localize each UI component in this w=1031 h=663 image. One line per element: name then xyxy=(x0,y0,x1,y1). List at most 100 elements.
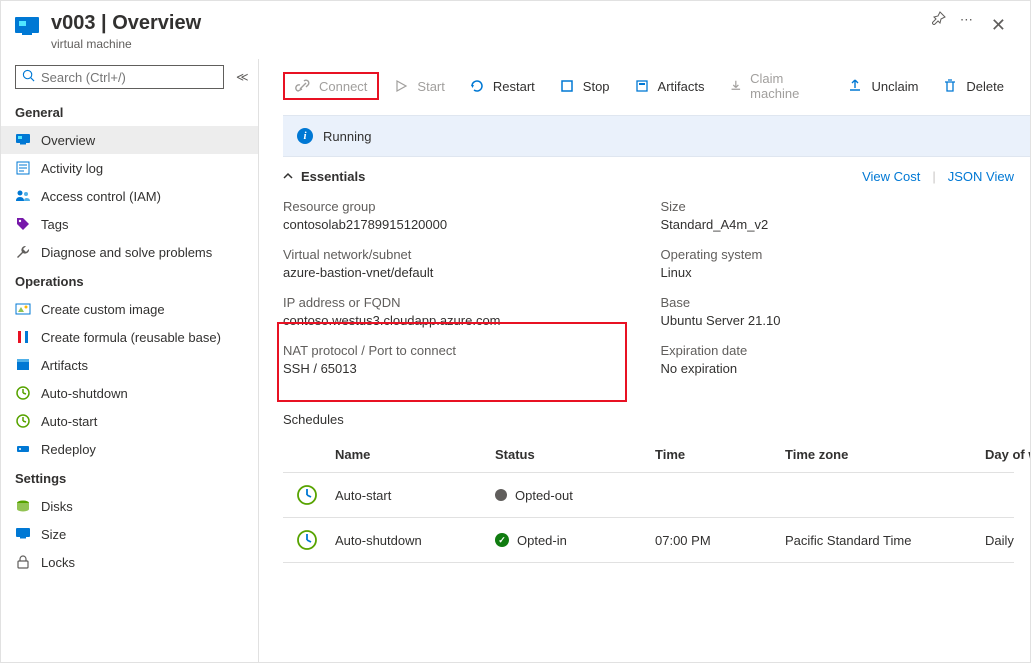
prop-size: Size Standard_A4m_v2 xyxy=(661,198,1015,234)
sidebar-label: Artifacts xyxy=(41,358,88,373)
json-view-link[interactable]: JSON View xyxy=(948,169,1014,184)
prop-vnet: Virtual network/subnet azure-bastion-vne… xyxy=(283,246,637,282)
image-icon xyxy=(15,301,31,317)
vm-icon xyxy=(13,13,41,41)
restart-icon xyxy=(469,78,485,94)
vnet-link[interactable]: azure-bastion-vnet/default xyxy=(283,264,637,282)
sidebar-label: Auto-start xyxy=(41,414,97,429)
sidebar: ≪ General Overview Activity log Access c… xyxy=(1,59,259,662)
monitor-icon xyxy=(15,132,31,148)
prop-expiration: Expiration date No expiration xyxy=(661,342,1015,378)
status-bar: i Running xyxy=(283,115,1030,157)
sidebar-label: Diagnose and solve problems xyxy=(41,245,212,260)
table-row[interactable]: Auto-start Opted-out xyxy=(283,473,1014,518)
essentials-grid: Resource group contosolab21789915120000 … xyxy=(259,190,1030,382)
connect-icon xyxy=(295,78,311,94)
pin-icon[interactable] xyxy=(932,11,946,28)
essentials-toggle[interactable]: Essentials xyxy=(283,169,365,184)
size-icon xyxy=(15,526,31,542)
sidebar-label: Locks xyxy=(41,555,75,570)
search-icon xyxy=(22,69,35,85)
stop-icon xyxy=(559,78,575,94)
clock-icon xyxy=(15,385,31,401)
claim-button: Claim machine xyxy=(719,67,834,105)
artifacts-button[interactable]: Artifacts xyxy=(624,74,715,98)
sidebar-item-access-control[interactable]: Access control (IAM) xyxy=(1,182,258,210)
table-header: Name Status Time Time zone Day of week xyxy=(283,437,1014,473)
people-icon xyxy=(15,188,31,204)
sidebar-item-overview[interactable]: Overview xyxy=(1,126,258,154)
formula-icon xyxy=(15,329,31,345)
sidebar-label: Disks xyxy=(41,499,73,514)
sidebar-label: Auto-shutdown xyxy=(41,386,128,401)
sidebar-label: Overview xyxy=(41,133,95,148)
prop-os: Operating system Linux xyxy=(661,246,1015,282)
search-box[interactable] xyxy=(15,65,224,89)
page-subtitle: virtual machine xyxy=(51,37,922,51)
more-icon[interactable]: ⋯ xyxy=(960,12,973,28)
sidebar-item-locks[interactable]: Locks xyxy=(1,548,258,576)
close-button[interactable]: ✕ xyxy=(983,11,1014,40)
sidebar-label: Redeploy xyxy=(41,442,96,457)
status-check-icon: ✓ xyxy=(495,533,509,547)
sidebar-item-create-formula[interactable]: Create formula (reusable base) xyxy=(1,323,258,351)
restart-button[interactable]: Restart xyxy=(459,74,545,98)
prop-base: Base Ubuntu Server 21.10 xyxy=(661,294,1015,330)
sidebar-item-diagnose[interactable]: Diagnose and solve problems xyxy=(1,238,258,266)
status-text: Running xyxy=(323,129,371,144)
sidebar-item-tags[interactable]: Tags xyxy=(1,210,258,238)
artifacts-icon xyxy=(15,357,31,373)
prop-ip-fqdn: IP address or FQDN contoso.westus3.cloud… xyxy=(283,294,637,330)
start-button: Start xyxy=(383,74,454,98)
sidebar-item-disks[interactable]: Disks xyxy=(1,492,258,520)
play-icon xyxy=(393,78,409,94)
sidebar-label: Activity log xyxy=(41,161,103,176)
redeploy-icon xyxy=(15,441,31,457)
sidebar-item-activity-log[interactable]: Activity log xyxy=(1,154,258,182)
clock-icon xyxy=(15,413,31,429)
sidebar-label: Tags xyxy=(41,217,68,232)
sidebar-item-auto-shutdown[interactable]: Auto-shutdown xyxy=(1,379,258,407)
toolbar: Connect Start Restart Stop Artifacts xyxy=(259,59,1030,115)
schedules-table: Name Status Time Time zone Day of week A… xyxy=(283,437,1014,563)
prop-nat-port: NAT protocol / Port to connect SSH / 650… xyxy=(283,342,637,378)
section-operations: Operations xyxy=(1,266,258,295)
sidebar-item-auto-start[interactable]: Auto-start xyxy=(1,407,258,435)
table-row[interactable]: Auto-shutdown ✓ Opted-in 07:00 PM Pacifi… xyxy=(283,518,1014,563)
sidebar-label: Create custom image xyxy=(41,302,165,317)
view-cost-link[interactable]: View Cost xyxy=(862,169,920,184)
sidebar-item-create-custom-image[interactable]: Create custom image xyxy=(1,295,258,323)
section-general: General xyxy=(1,97,258,126)
status-dot-gray xyxy=(495,489,507,501)
sidebar-item-size[interactable]: Size xyxy=(1,520,258,548)
disks-icon xyxy=(15,498,31,514)
tag-icon xyxy=(15,216,31,232)
delete-button[interactable]: Delete xyxy=(932,74,1014,98)
collapse-sidebar-icon[interactable]: ≪ xyxy=(232,66,253,88)
trash-icon xyxy=(942,78,958,94)
sidebar-item-redeploy[interactable]: Redeploy xyxy=(1,435,258,463)
sidebar-label: Create formula (reusable base) xyxy=(41,330,221,345)
prop-resource-group: Resource group contosolab21789915120000 xyxy=(283,198,637,234)
artifacts-tb-icon xyxy=(634,78,650,94)
resource-group-link[interactable]: contosolab21789915120000 xyxy=(283,216,637,234)
claim-icon xyxy=(729,78,743,94)
schedules-title: Schedules xyxy=(259,382,1030,435)
clock-icon xyxy=(295,483,319,507)
chevron-up-icon xyxy=(283,169,293,184)
section-settings: Settings xyxy=(1,463,258,492)
stop-button[interactable]: Stop xyxy=(549,74,620,98)
page-title: v003 | Overview xyxy=(51,11,922,35)
sidebar-label: Access control (IAM) xyxy=(41,189,161,204)
wrench-icon xyxy=(15,244,31,260)
info-icon: i xyxy=(297,128,313,144)
unclaim-button[interactable]: Unclaim xyxy=(837,74,928,98)
lock-icon xyxy=(15,554,31,570)
log-icon xyxy=(15,160,31,176)
clock-icon xyxy=(295,528,319,552)
connect-button[interactable]: Connect xyxy=(283,72,379,100)
sidebar-item-artifacts[interactable]: Artifacts xyxy=(1,351,258,379)
unclaim-icon xyxy=(847,78,863,94)
search-input[interactable] xyxy=(41,70,217,85)
sidebar-label: Size xyxy=(41,527,66,542)
